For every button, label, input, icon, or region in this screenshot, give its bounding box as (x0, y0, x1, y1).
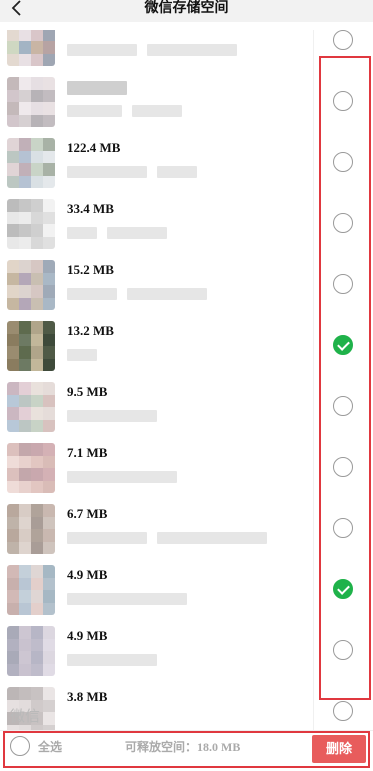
storage-size-label: 4.9 MB (67, 628, 108, 643)
page-title: 微信存储空间 (144, 1, 229, 16)
storage-list-item[interactable] (0, 71, 373, 132)
blurred-detail (67, 166, 147, 178)
storage-size-label: 979.5 MB (67, 30, 120, 34)
blurred-detail (67, 288, 117, 300)
chat-storage-list: 979.5 MB 122.4 MB 33.4 MB 15.2 MB 13.2 MB 9.5… (0, 30, 373, 730)
chat-avatar (7, 138, 55, 188)
selection-column-highlight (319, 56, 371, 700)
top-bar: 微信存储空间 (0, 0, 373, 22)
bottom-bar-highlight (3, 731, 370, 768)
storage-list-item[interactable]: 979.5 MB (0, 30, 373, 71)
storage-list-item[interactable]: 13.2 MB (0, 315, 373, 376)
storage-list-item[interactable]: 9.5 MB (0, 376, 373, 437)
unchecked-radio-icon[interactable] (333, 30, 353, 50)
storage-list-item[interactable]: 3.8 MB (0, 681, 373, 730)
storage-size-label: 6.7 MB (67, 506, 108, 521)
storage-list-item[interactable]: 122.4 MB (0, 132, 373, 193)
blurred-detail (107, 227, 167, 239)
blurred-detail (67, 471, 177, 483)
chat-avatar (7, 260, 55, 310)
unchecked-radio-icon[interactable] (333, 701, 353, 721)
storage-size-label: 122.4 MB (67, 140, 121, 155)
chat-avatar (7, 382, 55, 432)
storage-list-item[interactable]: 15.2 MB (0, 254, 373, 315)
chat-avatar (7, 443, 55, 493)
blurred-detail (132, 105, 182, 117)
chat-avatar (7, 199, 55, 249)
chat-avatar (7, 30, 55, 66)
storage-size-label: 3.8 MB (67, 689, 108, 704)
storage-size-label: 7.1 MB (67, 445, 108, 460)
storage-list-item[interactable]: 4.9 MB (0, 559, 373, 620)
blurred-detail (157, 532, 267, 544)
storage-size-label: 13.2 MB (67, 323, 114, 338)
blurred-detail (67, 410, 157, 422)
chat-avatar (7, 321, 55, 371)
blurred-detail (67, 532, 147, 544)
storage-list-item[interactable]: 33.4 MB (0, 193, 373, 254)
blurred-detail (67, 654, 157, 666)
column-divider (313, 30, 314, 730)
blurred-detail (157, 166, 197, 178)
storage-size-label: 4.9 MB (67, 567, 108, 582)
blurred-detail (67, 593, 187, 605)
blurred-detail (67, 349, 97, 361)
chat-avatar (7, 626, 55, 676)
storage-size-label: 15.2 MB (67, 262, 114, 277)
blurred-detail (67, 227, 97, 239)
blurred-detail (127, 288, 207, 300)
storage-list-item[interactable]: 4.9 MB (0, 620, 373, 681)
chat-avatar (7, 77, 55, 127)
blurred-detail (67, 105, 122, 117)
chat-avatar (7, 565, 55, 615)
blurred-detail (147, 44, 237, 56)
blurred-name (67, 81, 127, 95)
storage-size-label: 9.5 MB (67, 384, 108, 399)
storage-list-item[interactable]: 7.1 MB (0, 437, 373, 498)
chat-avatar (7, 504, 55, 554)
watermark-text: 微信 (10, 708, 41, 725)
blurred-detail (67, 44, 137, 56)
storage-list-item[interactable]: 6.7 MB (0, 498, 373, 559)
storage-size-label: 33.4 MB (67, 201, 114, 216)
